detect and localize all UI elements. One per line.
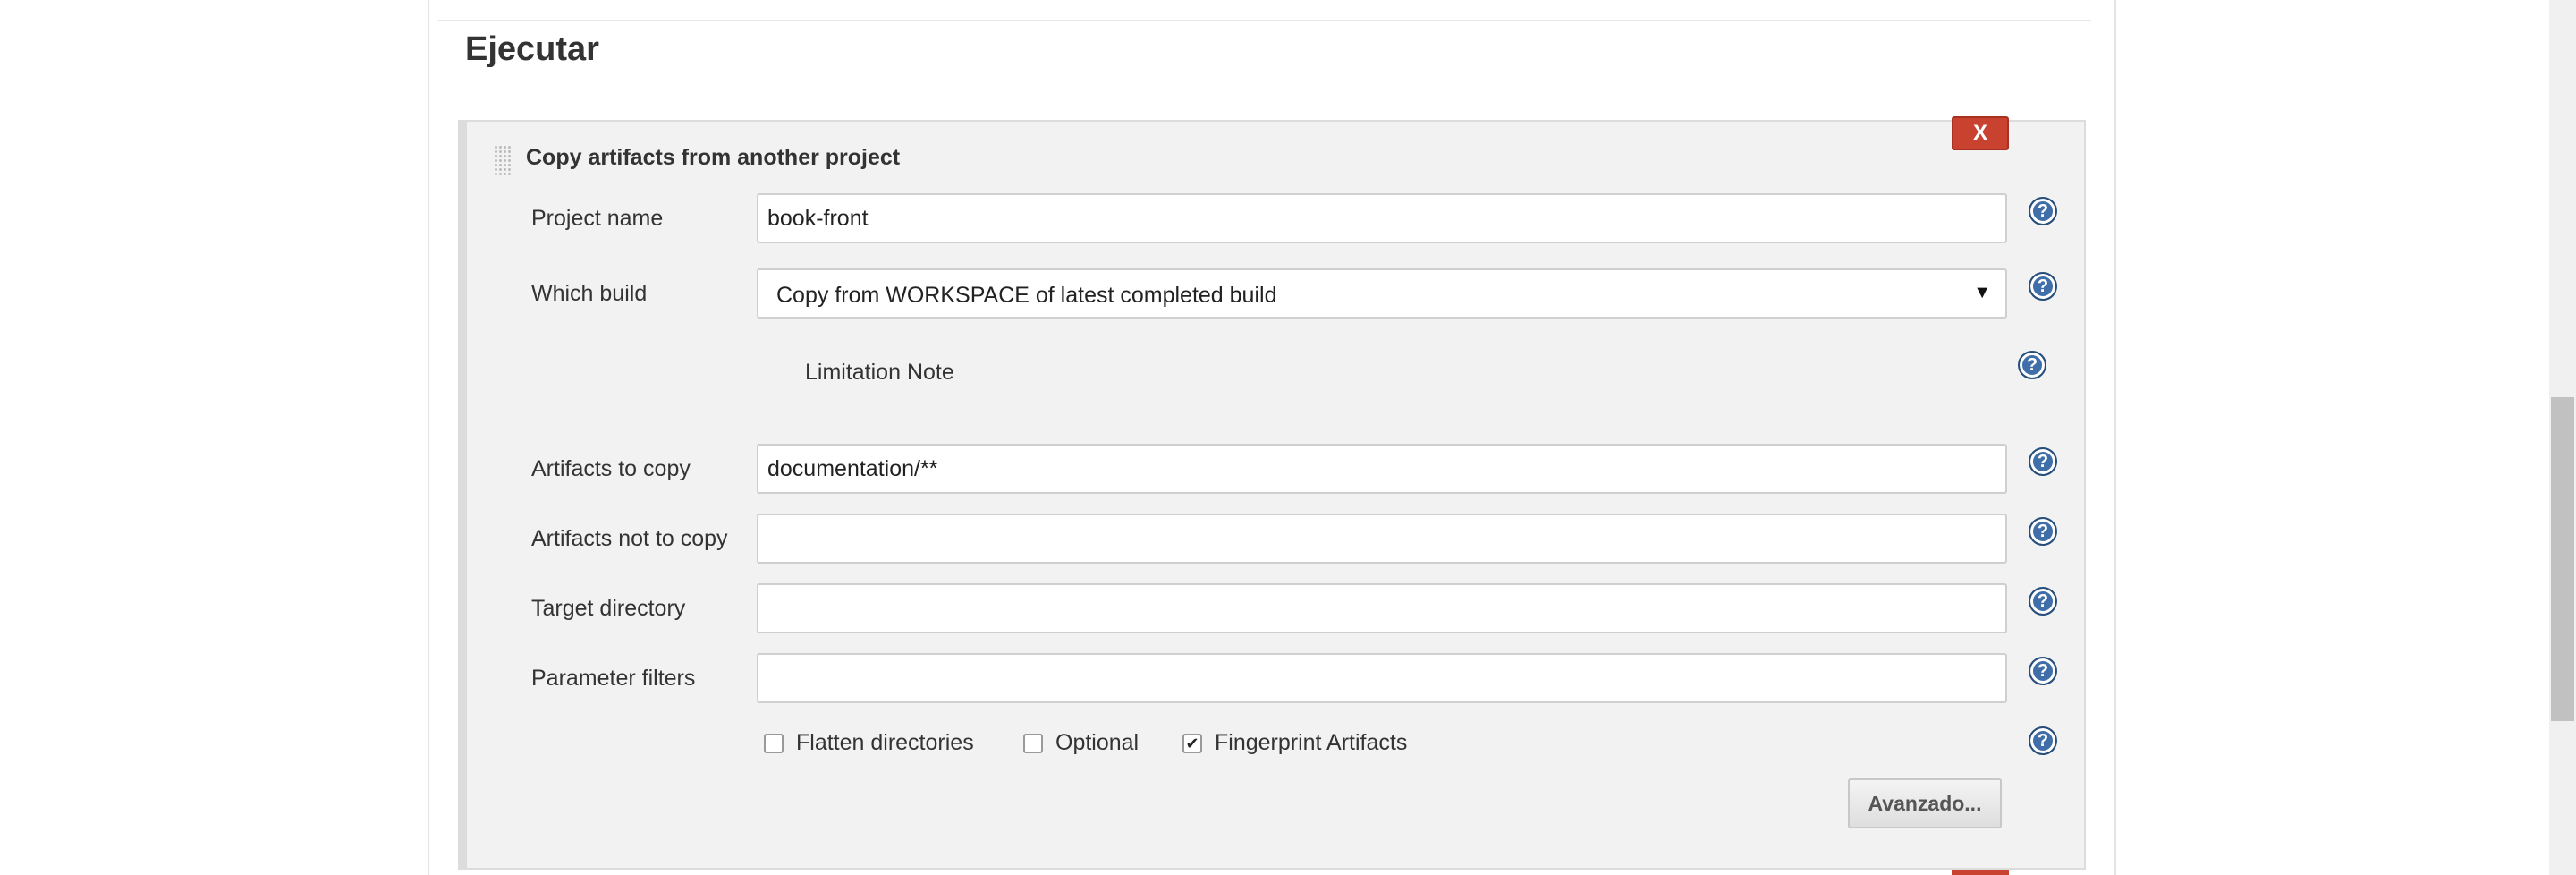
flatten-directories-checkbox[interactable] bbox=[764, 734, 784, 753]
delete-step-button[interactable]: X bbox=[1952, 116, 2009, 150]
dropdown-arrow-icon: ▼ bbox=[1973, 283, 1991, 302]
target-directory-input[interactable] bbox=[757, 583, 2007, 633]
help-icon[interactable]: ? bbox=[2029, 657, 2057, 685]
which-build-select[interactable]: Copy from WORKSPACE of latest completed … bbox=[757, 268, 2007, 319]
project-name-label: Project name bbox=[531, 206, 664, 231]
help-icon[interactable]: ? bbox=[2029, 726, 2057, 755]
fingerprint-artifacts-checkbox[interactable]: ✔ bbox=[1182, 734, 1202, 753]
artifacts-not-to-copy-input[interactable] bbox=[757, 514, 2007, 564]
build-step-title: Copy artifacts from another project bbox=[526, 145, 901, 170]
optional-label: Optional bbox=[1055, 730, 1140, 755]
artifacts-to-copy-label: Artifacts to copy bbox=[531, 456, 691, 481]
advanced-button[interactable]: Avanzado... bbox=[1848, 778, 2002, 828]
help-icon[interactable]: ? bbox=[2029, 272, 2057, 301]
artifacts-not-to-copy-label: Artifacts not to copy bbox=[531, 526, 728, 551]
checkmark-icon: ✔ bbox=[1185, 735, 1199, 752]
fingerprint-artifacts-label: Fingerprint Artifacts bbox=[1215, 730, 1408, 755]
next-step-delete-button-edge[interactable] bbox=[1952, 870, 2009, 875]
project-name-input[interactable] bbox=[757, 193, 2007, 243]
artifacts-to-copy-input[interactable] bbox=[757, 444, 2007, 494]
limitation-note: Limitation Note bbox=[805, 360, 954, 385]
target-directory-label: Target directory bbox=[531, 596, 686, 621]
help-icon[interactable]: ? bbox=[2029, 517, 2057, 546]
flatten-directories-label: Flatten directories bbox=[796, 730, 974, 755]
parameter-filters-label: Parameter filters bbox=[531, 666, 696, 691]
parameter-filters-input[interactable] bbox=[757, 653, 2007, 703]
drag-handle-icon[interactable] bbox=[494, 145, 513, 175]
which-build-selected-value: Copy from WORKSPACE of latest completed … bbox=[776, 283, 1277, 308]
help-icon[interactable]: ? bbox=[2018, 351, 2046, 379]
optional-checkbox[interactable] bbox=[1023, 734, 1043, 753]
scrollbar-thumb[interactable] bbox=[2551, 397, 2574, 721]
which-build-label: Which build bbox=[531, 281, 648, 306]
help-icon[interactable]: ? bbox=[2029, 447, 2057, 476]
help-icon[interactable]: ? bbox=[2029, 197, 2057, 225]
help-icon[interactable]: ? bbox=[2029, 587, 2057, 616]
section-divider bbox=[438, 20, 2091, 21]
section-title: Ejecutar bbox=[465, 30, 599, 68]
